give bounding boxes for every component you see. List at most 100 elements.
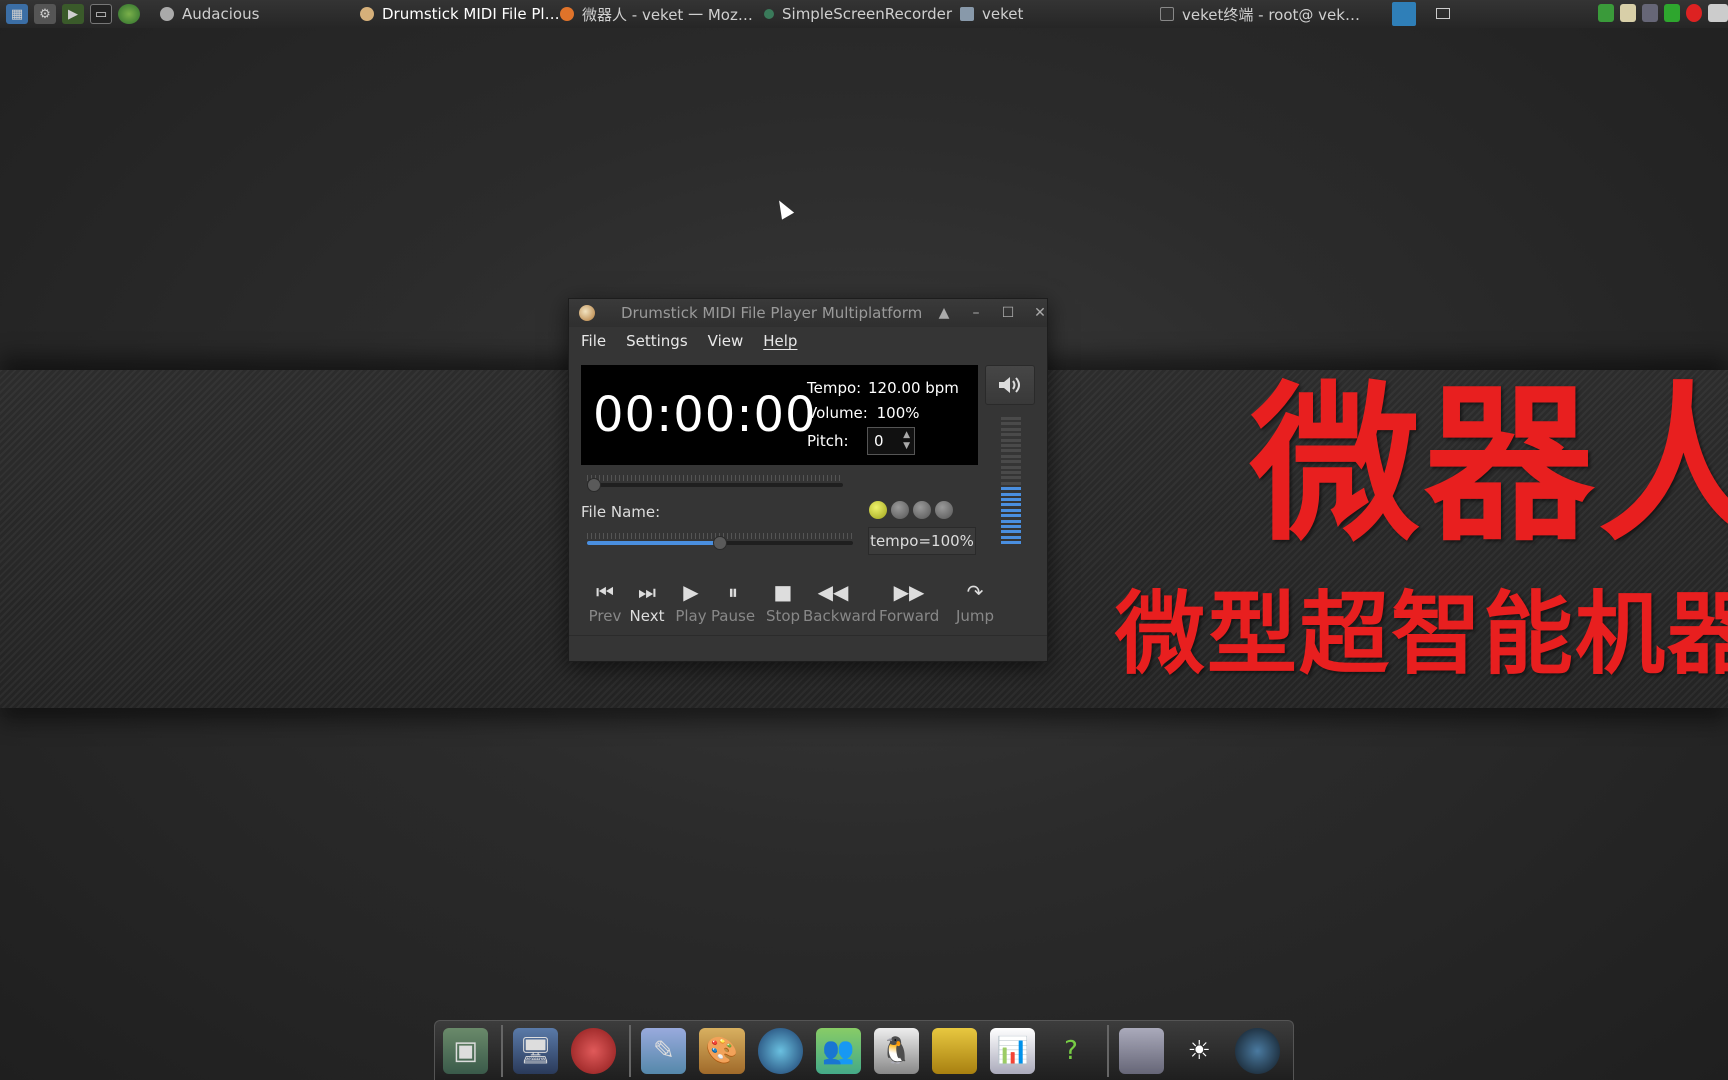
paint-icon[interactable]: 🎨 [699,1027,745,1074]
record-icon[interactable] [1686,4,1702,22]
volume-segment [1001,476,1021,480]
folder-icon [960,7,974,21]
player-window: Drumstick MIDI File Player Multiplatform… [568,298,1048,662]
position-ticks [587,475,843,481]
editor-icon[interactable]: ✎ [641,1027,687,1074]
terminal-icon [1160,7,1174,21]
volume-label: Volume: [807,404,868,422]
menu-view[interactable]: View [708,332,744,350]
volume-row: Volume: 100% [807,404,920,422]
pause-label: Pause [710,607,756,625]
settings-icon[interactable]: ⚙ [34,4,56,24]
task-terminal[interactable]: veket终端 - root@ vek… [1160,0,1360,28]
task-folder[interactable]: veket [960,0,1120,28]
help-icon[interactable]: ? [1048,1028,1093,1074]
shield-icon[interactable] [1598,4,1614,22]
volume-segment [1001,481,1021,485]
brand-subtitle: 微型超智能机器 [1115,582,1728,687]
dock-separator [1106,1024,1109,1077]
terminal-icon[interactable]: ▭ [90,4,112,24]
tempo-slider-handle[interactable] [713,536,727,550]
task-label: 微器人 - veket 一 Moz… [582,5,753,24]
tempo-value: 120.00 bpm [868,379,959,397]
network-icon[interactable] [1642,4,1658,22]
brightness-icon[interactable]: ☀ [1177,1028,1222,1074]
pitch-value: 0 [874,432,884,450]
file-name-label: File Name: [581,503,661,521]
chart-icon[interactable]: 📊 [990,1027,1036,1074]
status-bar [569,635,1047,661]
volume-segment [1001,465,1021,469]
system-tray [1598,4,1728,22]
computer-icon[interactable]: 🖥 [513,1027,559,1074]
shade-icon[interactable]: ▲ [935,304,953,322]
play-label: Play [675,607,707,625]
desktop-icon[interactable]: ▣ [443,1027,489,1074]
forward-icon: ▶▶ [893,580,925,604]
volume-segment [1001,454,1021,458]
task-audacious[interactable]: Audacious [160,0,320,28]
lcd-display: 00:00:00 Tempo: 120.00 bpm Volume: 100% … [581,365,978,465]
menu-file[interactable]: File [581,332,606,350]
volume-slider[interactable] [1001,417,1021,547]
volume-button[interactable] [985,365,1035,405]
spin-arrows-icon[interactable]: ▲ ▼ [903,430,910,452]
maximize-icon[interactable]: ☐ [999,304,1017,322]
volume-segment [1001,460,1021,464]
led-indicator [869,501,887,519]
penguin-icon[interactable]: 🐧 [873,1027,920,1074]
volume-segment [1001,492,1021,496]
position-slider[interactable] [587,483,843,487]
volume-segment [1001,535,1021,539]
task-label: Drumstick MIDI File Pl… [382,5,560,23]
stop-label: Stop [765,607,801,625]
users-icon[interactable]: 👥 [815,1027,861,1074]
pitch-label: Pitch: [807,432,849,450]
backward-icon: ◀◀ [817,580,849,604]
volume-segment [1001,433,1021,437]
jump-button[interactable]: ↷ Jump [945,577,1005,625]
tempo-row: Tempo: 120.00 bpm [807,379,959,397]
tempo-reset-button[interactable]: tempo=100% [868,527,976,555]
volume-segment [1001,487,1021,491]
volume-segment [1001,530,1021,534]
window-icon[interactable] [1436,8,1450,19]
clipboard-icon[interactable] [1620,4,1636,22]
pitch-spinbox[interactable]: 0 ▲ ▼ [867,427,915,455]
desktop-switch-icon[interactable] [1392,2,1416,26]
drumstick-icon [360,7,374,21]
camera-icon[interactable] [1234,1027,1281,1074]
forward-button[interactable]: ▶▶ Forward [879,577,939,625]
task-firefox[interactable]: 微器人 - veket 一 Moz… [560,0,760,28]
mascot-icon[interactable] [571,1027,617,1074]
window-titlebar[interactable]: Drumstick MIDI File Player Multiplatform… [569,299,1047,327]
task-drumstick[interactable]: Drumstick MIDI File Pl… [360,0,560,28]
keyboard-icon[interactable] [1708,4,1728,22]
battery-icon[interactable] [1664,4,1680,22]
volume-segment [1001,471,1021,474]
close-icon[interactable]: ✕ [1031,304,1049,322]
menu-settings[interactable]: Settings [626,332,688,350]
volume-segment [1001,525,1021,528]
position-slider-handle[interactable] [587,478,601,492]
volume-value: 100% [876,404,920,422]
drive-icon[interactable] [1118,1027,1164,1074]
volume-segment [1001,422,1021,426]
media-icon[interactable] [757,1027,803,1074]
task-recorder[interactable]: SimpleScreenRecorder [764,0,964,28]
volume-segment [1001,427,1021,431]
mouse-cursor-icon [773,197,795,220]
task-label: SimpleScreenRecorder [782,5,953,23]
minimize-icon[interactable]: – [967,304,985,322]
notes-icon[interactable] [932,1027,978,1074]
monitor-icon[interactable]: ▦ [6,4,28,24]
volume-segment [1001,498,1021,501]
backward-button[interactable]: ◀◀ Backward [803,577,876,625]
menu-help[interactable]: Help [763,332,797,350]
globe-icon[interactable] [118,4,140,24]
volume-segment [1001,417,1021,420]
volume-segment [1001,508,1021,512]
dock-separator [501,1024,504,1077]
volume-segment [1001,449,1021,453]
run-icon[interactable]: ▶ [62,4,84,24]
